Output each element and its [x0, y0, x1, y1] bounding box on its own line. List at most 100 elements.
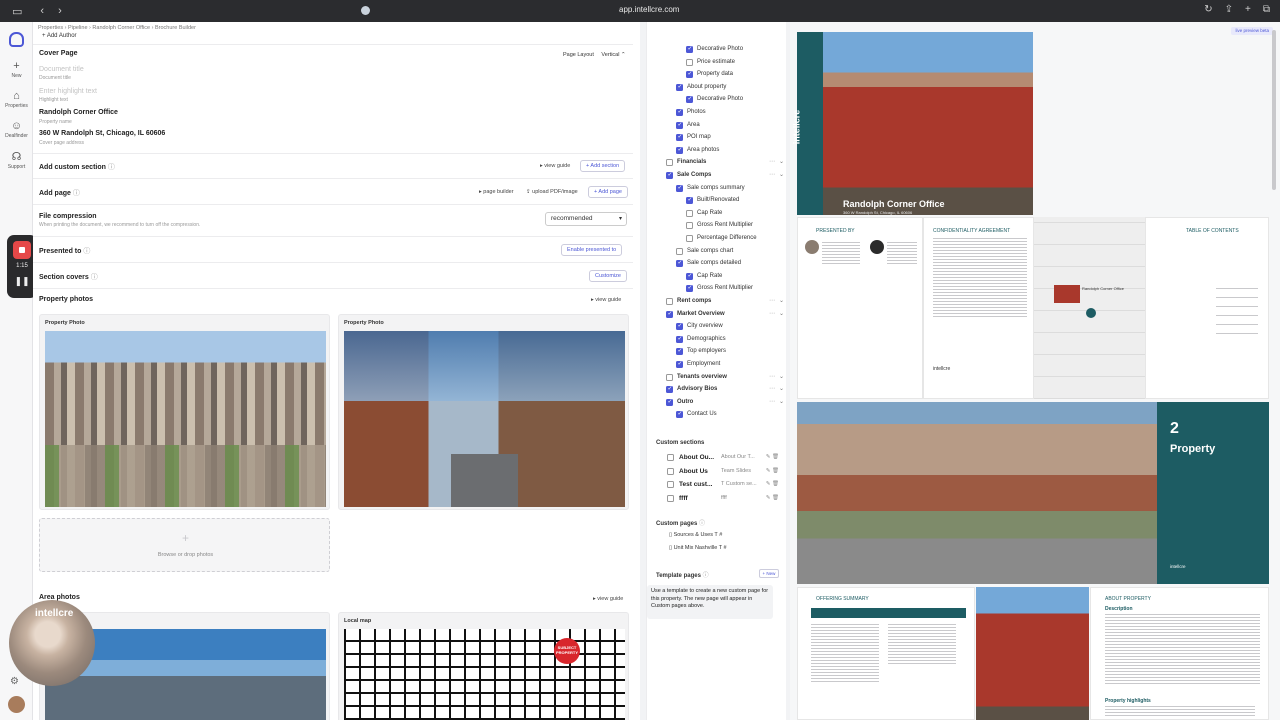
checkbox[interactable] — [676, 83, 683, 91]
checklist-item[interactable]: Contact Us — [647, 409, 786, 421]
checkbox[interactable] — [667, 454, 674, 461]
checkbox[interactable] — [686, 272, 693, 280]
new-tab-icon[interactable]: + — [1245, 4, 1251, 15]
app-logo[interactable] — [9, 32, 24, 47]
back-icon[interactable]: ‹ — [40, 5, 44, 17]
share-icon[interactable]: ⇪ — [1225, 4, 1233, 15]
tabs-icon[interactable]: ⧉ — [1263, 4, 1270, 15]
chevron-down-icon[interactable]: ⌄ — [779, 385, 784, 392]
more-icon[interactable]: ⋯ — [769, 385, 775, 392]
add-section-button[interactable]: + Add section — [580, 160, 626, 172]
view-guide-link[interactable]: ▸ view guide — [593, 596, 623, 602]
checklist-item[interactable]: Percentage Difference — [647, 233, 786, 245]
checklist-item[interactable]: Sale Comps⋯⌄ — [647, 170, 786, 182]
upload-pdf-link[interactable]: ⇪ upload PDF/image — [526, 189, 578, 195]
view-guide-link[interactable]: ▸ view guide — [591, 297, 621, 303]
checklist-item[interactable]: Employment — [647, 359, 786, 371]
checkbox[interactable] — [686, 45, 693, 53]
more-icon[interactable]: ⋯ — [769, 310, 775, 317]
custom-page-item[interactable]: ▯ Sources & Uses T # — [669, 532, 722, 538]
checkbox[interactable] — [676, 360, 683, 368]
checklist-item[interactable]: Market Overview⋯⌄ — [647, 309, 786, 321]
custom-section-item[interactable]: About Ou... About Our T... ✎ 🗑 — [647, 452, 786, 464]
view-guide-link[interactable]: ▸ view guide — [540, 163, 570, 169]
enable-presented-to-button[interactable]: Enable presented to — [561, 244, 623, 256]
checklist-item[interactable]: Sale comps chart — [647, 246, 786, 258]
checklist-item[interactable]: Sale comps detailed — [647, 258, 786, 270]
checkbox[interactable] — [666, 298, 673, 305]
checklist-item[interactable]: Top employers — [647, 346, 786, 358]
checkbox[interactable] — [667, 494, 674, 502]
checklist-item[interactable]: POI map — [647, 132, 786, 144]
checkbox[interactable] — [666, 159, 673, 167]
checklist-item[interactable]: Financials ⋯ ⌄ — [647, 157, 786, 169]
checkbox[interactable] — [666, 385, 673, 394]
chevron-down-icon[interactable]: ⌄ — [779, 398, 784, 405]
checkbox[interactable] — [686, 235, 693, 242]
checklist-item[interactable]: Decorative Photo — [647, 44, 786, 56]
more-icon[interactable]: ⋯ — [769, 297, 775, 304]
checkbox[interactable] — [686, 196, 693, 205]
checklist-item[interactable]: Area photos — [647, 145, 786, 157]
add-page-button[interactable]: + Add page — [588, 186, 628, 198]
compression-select[interactable]: recommended — [545, 212, 627, 226]
checkbox[interactable] — [686, 95, 693, 104]
checklist-item[interactable]: About property — [647, 82, 786, 94]
page-layout-select[interactable]: Page Layout Vertical ⌃ — [563, 52, 626, 58]
checkbox[interactable] — [686, 284, 693, 293]
cover-address-input[interactable]: 360 W Randolph St, Chicago, IL 60606 — [39, 130, 165, 137]
custom-section-item[interactable]: ffff ffff ✎ 🗑 — [647, 493, 786, 505]
preview-scrollbar[interactable] — [1272, 30, 1276, 190]
info-icon[interactable]: ⓘ — [699, 521, 705, 527]
checkbox[interactable] — [666, 398, 673, 406]
property-photo-card[interactable]: Property Photo — [39, 314, 330, 510]
user-avatar[interactable] — [8, 696, 25, 713]
custom-section-item[interactable]: Test cust... T Custom se... ✎ 🗑 — [647, 479, 786, 491]
new-template-button[interactable]: + New — [759, 569, 779, 578]
checklist-item[interactable]: Cap Rate — [647, 271, 786, 283]
chevron-down-icon[interactable]: ⌄ — [779, 297, 784, 304]
more-icon[interactable]: ⋯ — [769, 158, 775, 165]
chevron-down-icon[interactable]: ⌄ — [779, 373, 784, 380]
breadcrumb[interactable]: Properties › Pipeline › Randolph Corner … — [38, 25, 196, 31]
more-icon[interactable]: ⋯ — [769, 398, 775, 405]
checklist-item[interactable]: Decorative Photo — [647, 94, 786, 106]
more-icon[interactable]: ⋯ — [769, 373, 775, 380]
checkbox[interactable] — [686, 58, 693, 66]
checkbox[interactable] — [676, 410, 683, 419]
edit-delete-icons[interactable]: ✎ 🗑 — [766, 495, 779, 501]
checkbox[interactable] — [676, 247, 683, 255]
live-preview-button[interactable]: live preview beta — [1231, 27, 1273, 35]
checklist-item[interactable]: Gross Rent Multiplier — [647, 220, 786, 232]
reload-icon[interactable]: ↻ — [1204, 4, 1212, 15]
checklist-item[interactable]: Gross Rent Multiplier — [647, 283, 786, 295]
checkbox[interactable] — [676, 322, 683, 331]
checklist-item[interactable]: Outro⋯⌄ — [647, 397, 786, 409]
property-photo-card[interactable]: Property Photo — [338, 314, 629, 510]
add-author-button[interactable]: + Add Author — [42, 33, 77, 39]
forward-icon[interactable]: › — [58, 5, 62, 17]
checklist-item[interactable]: Sale comps summary — [647, 183, 786, 195]
custom-page-item[interactable]: ▯ Unit Mix Nashville T # — [669, 545, 727, 551]
nav-properties[interactable]: ⌂ Properties — [0, 90, 33, 109]
edit-delete-icons[interactable]: ✎ 🗑 — [766, 454, 779, 460]
property-name-input[interactable]: Randolph Corner Office — [39, 109, 118, 116]
checklist-item[interactable]: Area — [647, 120, 786, 132]
checkbox[interactable] — [667, 481, 674, 488]
checklist-item[interactable]: Price estimate — [647, 57, 786, 69]
more-icon[interactable]: ⋯ — [769, 171, 775, 178]
checkbox[interactable] — [666, 310, 673, 318]
checklist-item[interactable]: Demographics — [647, 334, 786, 346]
brochure-preview[interactable]: live preview beta intellcre Randolph Cor… — [790, 22, 1280, 720]
checkbox[interactable] — [676, 121, 683, 129]
checkbox[interactable] — [686, 222, 693, 230]
local-map-card[interactable]: Local map SUBJECT PROPERTY — [338, 612, 629, 720]
info-icon[interactable]: ⓘ — [703, 573, 709, 579]
stop-recording-button[interactable] — [13, 241, 31, 259]
chevron-down-icon[interactable]: ⌄ — [779, 158, 784, 165]
photo-dropzone[interactable]: + Browse or drop photos — [39, 518, 330, 572]
checklist-item[interactable]: Cap Rate — [647, 208, 786, 220]
chevron-down-icon[interactable]: ⌄ — [779, 171, 784, 178]
checklist-item[interactable]: Built/Renovated — [647, 195, 786, 207]
checkbox[interactable] — [676, 184, 683, 192]
